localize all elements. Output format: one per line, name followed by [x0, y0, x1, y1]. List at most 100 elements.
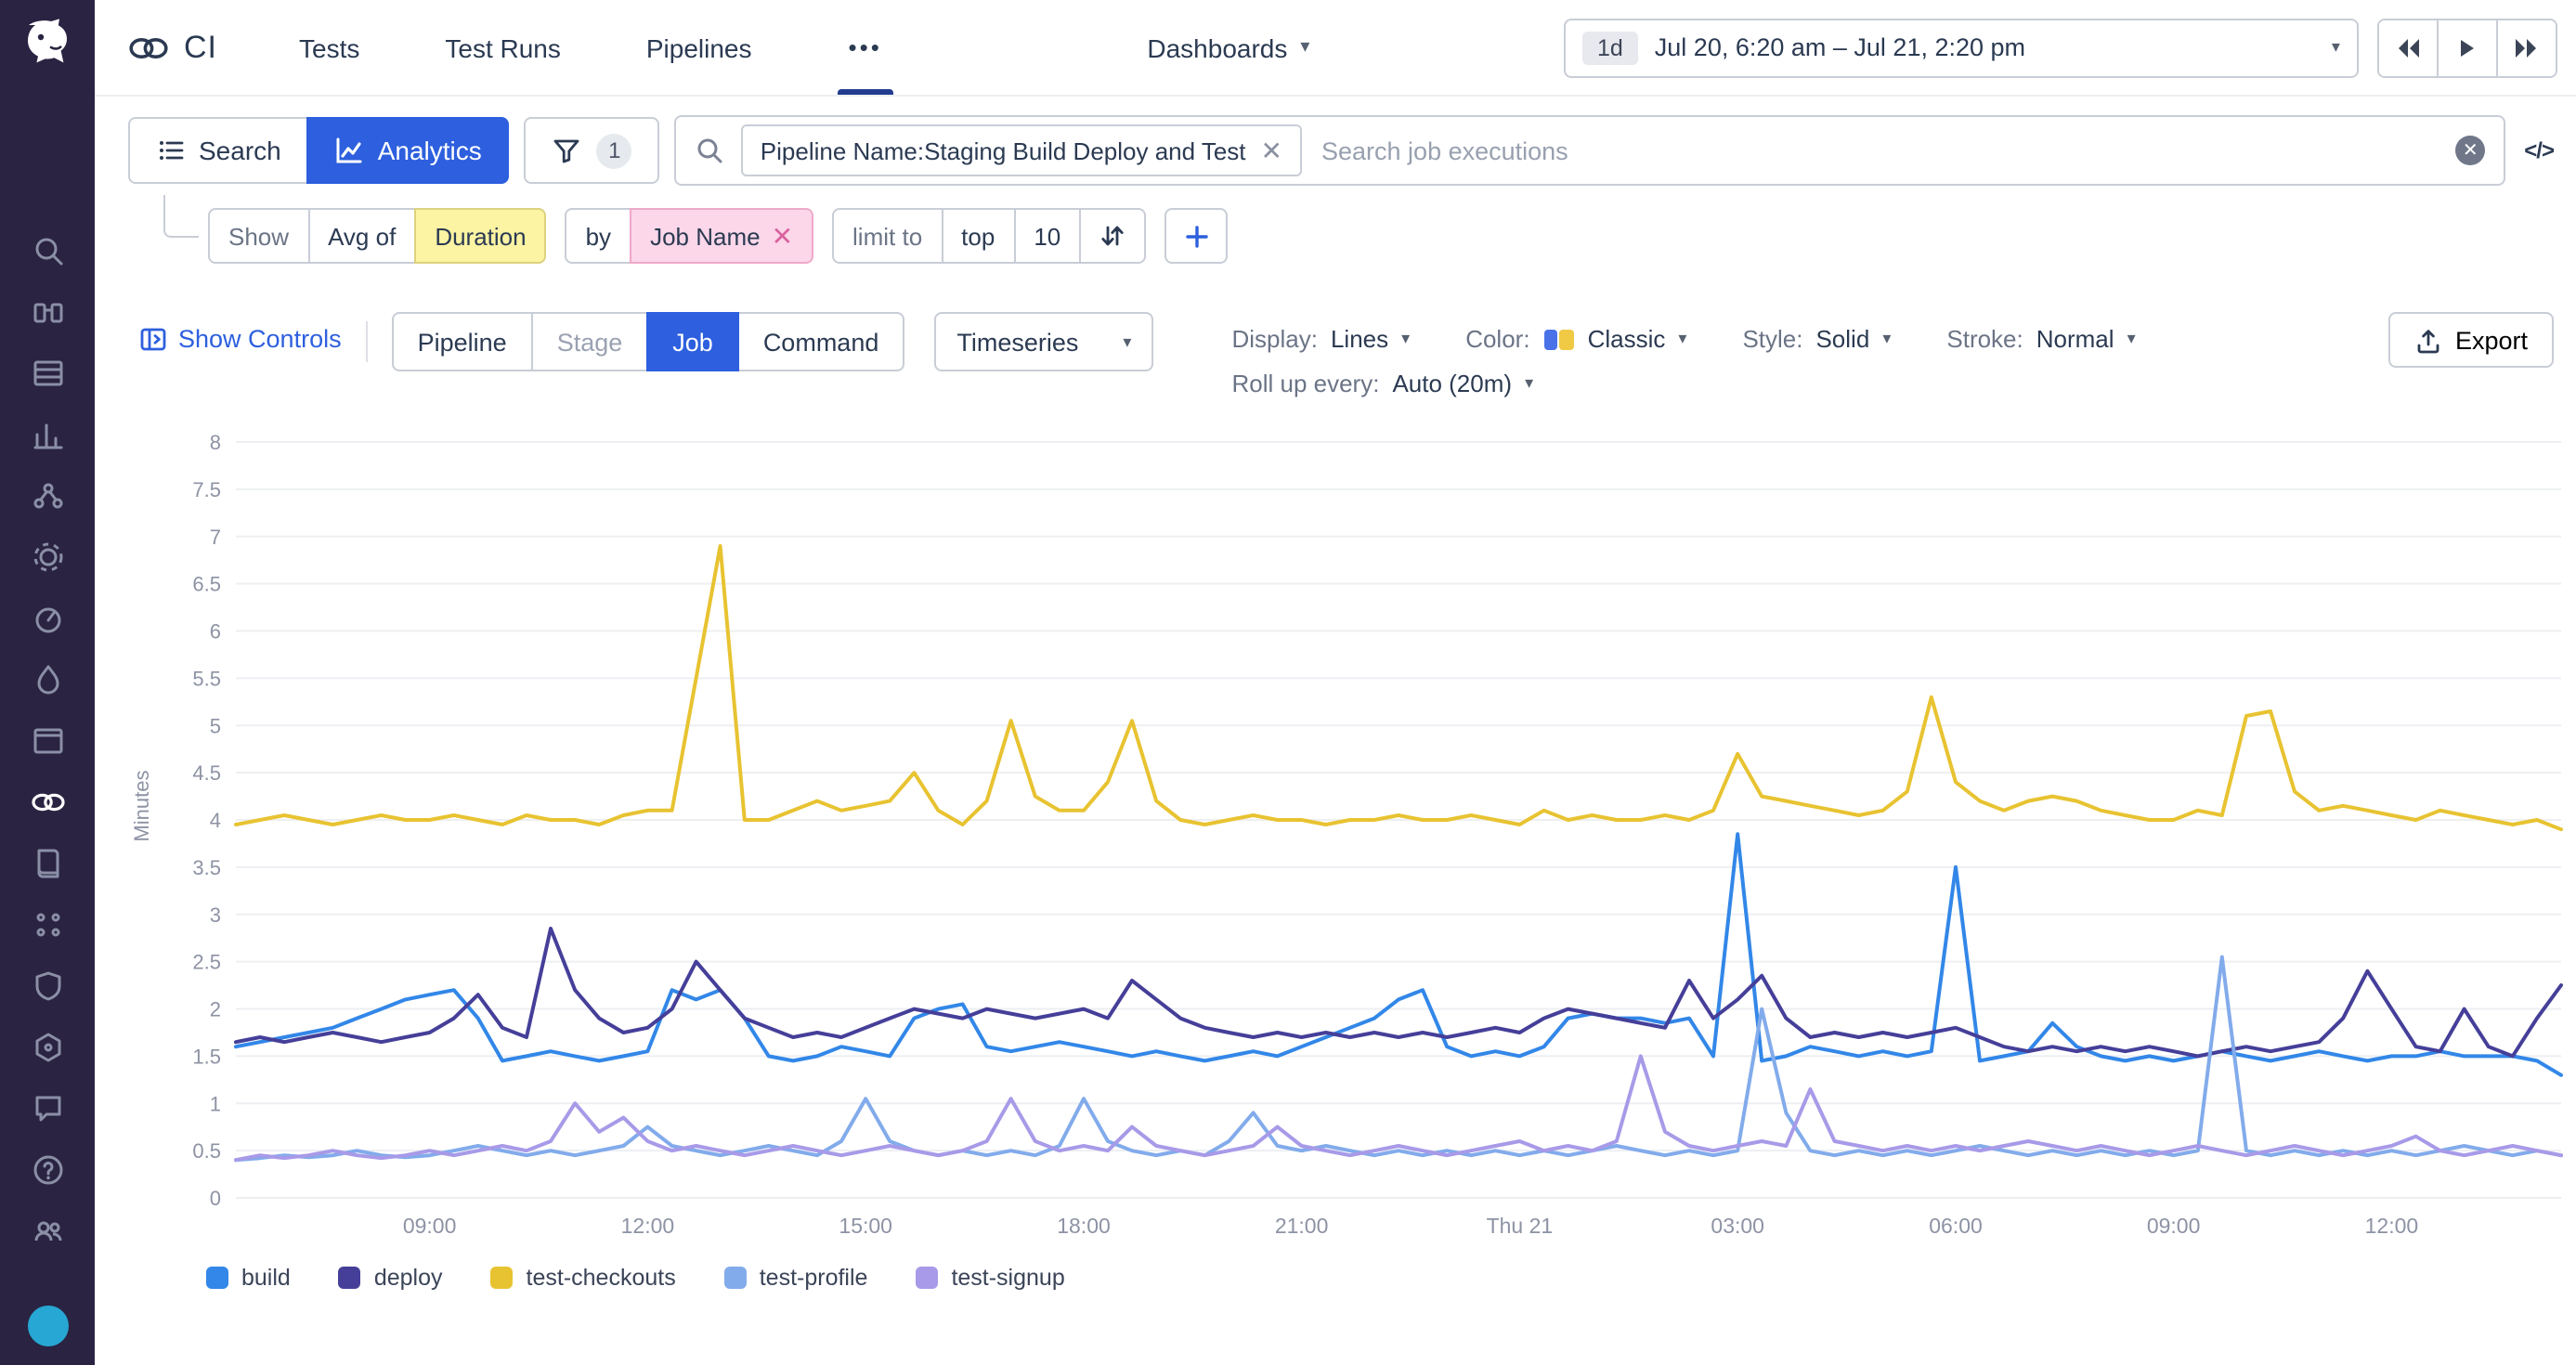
query-aggregation[interactable]: Avg of: [307, 208, 416, 264]
display-option[interactable]: Display: Lines ▾: [1231, 325, 1410, 353]
query-groupby-label: Job Name: [650, 222, 761, 250]
chart-legend: build deploy test-checkouts test-profile tes…: [206, 1265, 2576, 1291]
sidebar-item-security[interactable]: [20, 969, 75, 1003]
legend-item-test-checkouts[interactable]: test-checkouts: [491, 1265, 676, 1291]
sidebar-item-rum[interactable]: [20, 724, 75, 758]
sidebar-item-ci[interactable]: [20, 786, 75, 819]
query-measure-group: Show Avg of Duration: [208, 208, 547, 264]
nav-item-test-runs[interactable]: Test Runs: [445, 32, 561, 62]
export-button[interactable]: Export: [2388, 312, 2554, 368]
svg-text:5: 5: [210, 714, 221, 737]
facet-filter-pill[interactable]: Pipeline Name:Staging Build Deploy and T…: [742, 124, 1301, 176]
display-label: Display:: [1231, 325, 1318, 353]
ci-brand[interactable]: CI: [128, 29, 217, 66]
legend-item-deploy[interactable]: deploy: [339, 1265, 443, 1291]
nav-item-tests[interactable]: Tests: [299, 32, 359, 62]
legend-item-test-profile[interactable]: test-profile: [724, 1265, 868, 1291]
skip-forward-button[interactable]: [2496, 20, 2556, 75]
sidebar-item-help[interactable]: [20, 1153, 75, 1187]
style-option[interactable]: Style: Solid ▾: [1742, 325, 1891, 353]
sidebar-item-serverless[interactable]: [20, 1031, 75, 1064]
sidebar-item-metrics[interactable]: [20, 418, 75, 451]
user-avatar[interactable]: [27, 1306, 68, 1346]
datadog-logo[interactable]: [20, 15, 75, 71]
dashboards-menu[interactable]: Dashboards ▾: [1147, 32, 1309, 62]
filter-button[interactable]: 1: [525, 117, 660, 184]
export-label: Export: [2455, 326, 2528, 354]
svg-text:0.5: 0.5: [192, 1139, 221, 1163]
graph-controls-row: Show Controls Pipeline Stage Job Command…: [95, 312, 2576, 397]
search-input[interactable]: [1318, 135, 2439, 166]
filter-count-badge: 1: [597, 133, 632, 168]
level-job[interactable]: Job: [646, 312, 739, 371]
chevron-down-icon: ▾: [1401, 329, 1410, 349]
help-icon: [31, 1153, 64, 1187]
stroke-option[interactable]: Stroke: Normal ▾: [1946, 325, 2135, 353]
sidebar-item-feedback[interactable]: [20, 1092, 75, 1125]
query-measure-pill[interactable]: Duration: [414, 208, 546, 264]
sidebar-item-organization[interactable]: [20, 1215, 75, 1248]
show-controls-link[interactable]: Show Controls: [139, 325, 342, 353]
viz-type-select[interactable]: Timeseries ▾: [934, 312, 1153, 371]
analytics-mode-button[interactable]: Analytics: [307, 117, 510, 184]
query-sort-button[interactable]: [1079, 208, 1146, 264]
active-tab-indicator: [838, 89, 893, 95]
query-top-select[interactable]: top: [941, 208, 1015, 264]
nav-item-more[interactable]: •••: [838, 0, 893, 95]
legend-swatch-icon: [206, 1267, 228, 1289]
chevron-down-icon: ▾: [1882, 329, 1891, 349]
sidebar-item-monitors[interactable]: [20, 479, 75, 513]
legend-label: test-checkouts: [527, 1265, 676, 1291]
svg-text:12:00: 12:00: [2365, 1214, 2419, 1238]
sidebar-item-search[interactable]: [20, 234, 75, 267]
query-show-label: Show: [208, 208, 309, 264]
chart-area: Minutes 00.511.522.533.544.555.566.577.5…: [95, 423, 2576, 1291]
sidebar-item-notebooks[interactable]: [20, 908, 75, 942]
synthetics-icon: [31, 540, 64, 574]
nav-item-pipelines[interactable]: Pipelines: [646, 32, 752, 62]
sidebar-item-profiling[interactable]: [20, 663, 75, 696]
logs-icon: [31, 847, 64, 880]
search-mode-button[interactable]: Search: [128, 117, 309, 184]
chevron-down-icon: ▾: [1300, 37, 1309, 58]
analytics-mode-label: Analytics: [378, 136, 482, 165]
skip-back-button[interactable]: [2379, 20, 2437, 75]
sidebar-item-apm[interactable]: [20, 602, 75, 635]
svg-text:15:00: 15:00: [839, 1214, 892, 1238]
time-range-selector[interactable]: 1d Jul 20, 6:20 am – Jul 21, 2:20 pm ▾: [1564, 18, 2359, 77]
level-segmented-control: Pipeline Stage Job Command: [392, 312, 905, 371]
rollup-option[interactable]: Roll up every: Auto (20m) ▾: [1231, 370, 2135, 397]
sidebar-item-infrastructure[interactable]: [20, 295, 75, 329]
chevron-down-icon: ▾: [1525, 373, 1533, 394]
legend-label: deploy: [374, 1265, 443, 1291]
level-pipeline[interactable]: Pipeline: [392, 312, 533, 371]
svg-text:09:00: 09:00: [2147, 1214, 2201, 1238]
add-query-button[interactable]: [1164, 208, 1228, 264]
level-stage[interactable]: Stage: [531, 312, 649, 371]
sidebar-item-synthetics[interactable]: [20, 540, 75, 574]
metrics-icon: [31, 418, 64, 451]
legend-swatch-icon: [491, 1267, 514, 1289]
remove-groupby-icon[interactable]: ✕: [772, 223, 793, 249]
svg-text:0: 0: [210, 1187, 221, 1210]
search-bar[interactable]: Pipeline Name:Staging Build Deploy and T…: [675, 115, 2506, 186]
play-button[interactable]: [2437, 20, 2496, 75]
clear-search-icon[interactable]: ✕: [2455, 136, 2485, 165]
legend-label: test-profile: [760, 1265, 868, 1291]
sidebar-item-logs[interactable]: [20, 847, 75, 880]
legend-swatch-icon: [724, 1267, 747, 1289]
code-view-icon[interactable]: </>: [2524, 137, 2554, 163]
color-option[interactable]: Color: Classic ▾: [1465, 325, 1686, 353]
chevron-down-icon: ▾: [1123, 332, 1131, 352]
remove-facet-icon[interactable]: ✕: [1261, 137, 1282, 163]
security-icon: [31, 969, 64, 1003]
timeseries-chart[interactable]: 00.511.522.533.544.555.566.577.5809:0012…: [162, 423, 2576, 1254]
level-command[interactable]: Command: [737, 312, 905, 371]
sidebar-item-dashboards[interactable]: [20, 357, 75, 390]
legend-swatch-icon: [339, 1267, 361, 1289]
legend-item-test-signup[interactable]: test-signup: [916, 1265, 1064, 1291]
svg-text:03:00: 03:00: [1711, 1214, 1764, 1238]
query-groupby-pill[interactable]: Job Name ✕: [630, 208, 813, 264]
query-top-count[interactable]: 10: [1013, 208, 1081, 264]
legend-item-build[interactable]: build: [206, 1265, 291, 1291]
